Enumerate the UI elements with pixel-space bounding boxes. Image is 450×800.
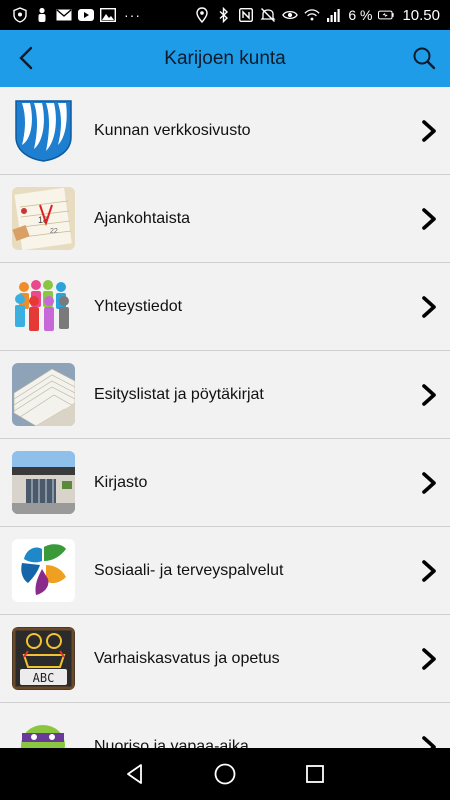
status-bar-left: ··· bbox=[12, 7, 141, 23]
menu-list: Kunnan verkkosivusto 18 22 Ajankohtaista… bbox=[0, 87, 450, 748]
list-item[interactable]: Kunnan verkkosivusto bbox=[0, 87, 450, 175]
more-notifications-indicator: ··· bbox=[124, 7, 141, 23]
person-icon bbox=[34, 7, 50, 23]
search-button[interactable] bbox=[410, 44, 438, 72]
list-item-label: Ajankohtaista bbox=[94, 210, 191, 227]
svg-text:22: 22 bbox=[50, 228, 58, 235]
chevron-right-icon bbox=[422, 208, 436, 230]
status-bar-right: 6 % 10.50 bbox=[194, 7, 440, 24]
list-item-label: Yhteystiedot bbox=[94, 298, 183, 315]
turtle-character-icon bbox=[12, 715, 75, 748]
search-icon bbox=[413, 47, 436, 70]
shield-icon bbox=[12, 7, 28, 23]
library-building-icon bbox=[12, 451, 75, 514]
chevron-right-icon bbox=[422, 472, 436, 494]
back-button[interactable] bbox=[12, 44, 40, 72]
list-item-label: Kirjasto bbox=[94, 474, 148, 491]
battery-percentage: 6 % bbox=[348, 7, 373, 23]
list-item[interactable]: Sosiaali- ja terveyspalvelut bbox=[0, 527, 450, 615]
list-item[interactable]: Yhteystiedot bbox=[0, 263, 450, 351]
list-item-label: Varhaiskasvatus ja opetus bbox=[94, 650, 280, 667]
triangle-back-icon bbox=[127, 764, 142, 784]
clock: 10.50 bbox=[402, 6, 440, 24]
list-item[interactable]: Kirjasto bbox=[0, 439, 450, 527]
youtube-icon bbox=[78, 7, 94, 23]
circle-home-icon bbox=[214, 763, 236, 785]
chevron-right-icon bbox=[422, 560, 436, 582]
nav-back-button[interactable] bbox=[121, 760, 149, 788]
location-icon bbox=[194, 7, 210, 23]
chevron-right-icon bbox=[422, 736, 436, 748]
eye-icon bbox=[282, 7, 299, 23]
back-arrow-icon bbox=[19, 46, 33, 70]
chevron-right-icon bbox=[422, 648, 436, 670]
bluetooth-icon bbox=[216, 7, 232, 23]
nav-home-button[interactable] bbox=[211, 760, 239, 788]
social-health-logo-icon bbox=[12, 539, 75, 602]
chevron-right-icon bbox=[422, 384, 436, 406]
mute-icon bbox=[260, 7, 276, 23]
list-item-label: Kunnan verkkosivusto bbox=[94, 122, 251, 139]
chalkboard-abc-icon: ABC bbox=[12, 627, 75, 690]
list-item[interactable]: Nuoriso ja vapaa-aika bbox=[0, 703, 450, 748]
status-bar: ··· 6 % 10.50 bbox=[0, 0, 450, 30]
list-item[interactable]: Esityslistat ja pöytäkirjat bbox=[0, 351, 450, 439]
page-title: Karijoen kunta bbox=[164, 47, 286, 69]
square-recents-icon bbox=[306, 765, 324, 783]
documents-icon bbox=[12, 363, 75, 426]
people-icon bbox=[12, 275, 75, 338]
app-toolbar: Karijoen kunta bbox=[0, 30, 450, 87]
municipality-crest-icon bbox=[12, 99, 75, 162]
signal-icon bbox=[326, 7, 342, 23]
chevron-right-icon bbox=[422, 296, 436, 318]
list-item-label: Sosiaali- ja terveyspalvelut bbox=[94, 562, 284, 579]
mail-icon bbox=[56, 7, 72, 23]
app-screen: ··· 6 % 10.50 Karijoen kunta Kunnan verk… bbox=[0, 0, 450, 800]
system-navigation-bar bbox=[0, 748, 450, 800]
list-item-label: Esityslistat ja pöytäkirjat bbox=[94, 386, 264, 403]
list-item-label: Nuoriso ja vapaa-aika bbox=[94, 738, 249, 748]
list-item[interactable]: ABC Varhaiskasvatus ja opetus bbox=[0, 615, 450, 703]
svg-text:ABC: ABC bbox=[33, 671, 55, 685]
chevron-right-icon bbox=[422, 120, 436, 142]
nfc-icon bbox=[238, 7, 254, 23]
calendar-icon: 18 22 bbox=[12, 187, 75, 250]
image-icon bbox=[100, 7, 116, 23]
wifi-icon bbox=[304, 7, 320, 23]
list-item[interactable]: 18 22 Ajankohtaista bbox=[0, 175, 450, 263]
battery-charging-icon bbox=[378, 7, 395, 23]
nav-recents-button[interactable] bbox=[301, 760, 329, 788]
